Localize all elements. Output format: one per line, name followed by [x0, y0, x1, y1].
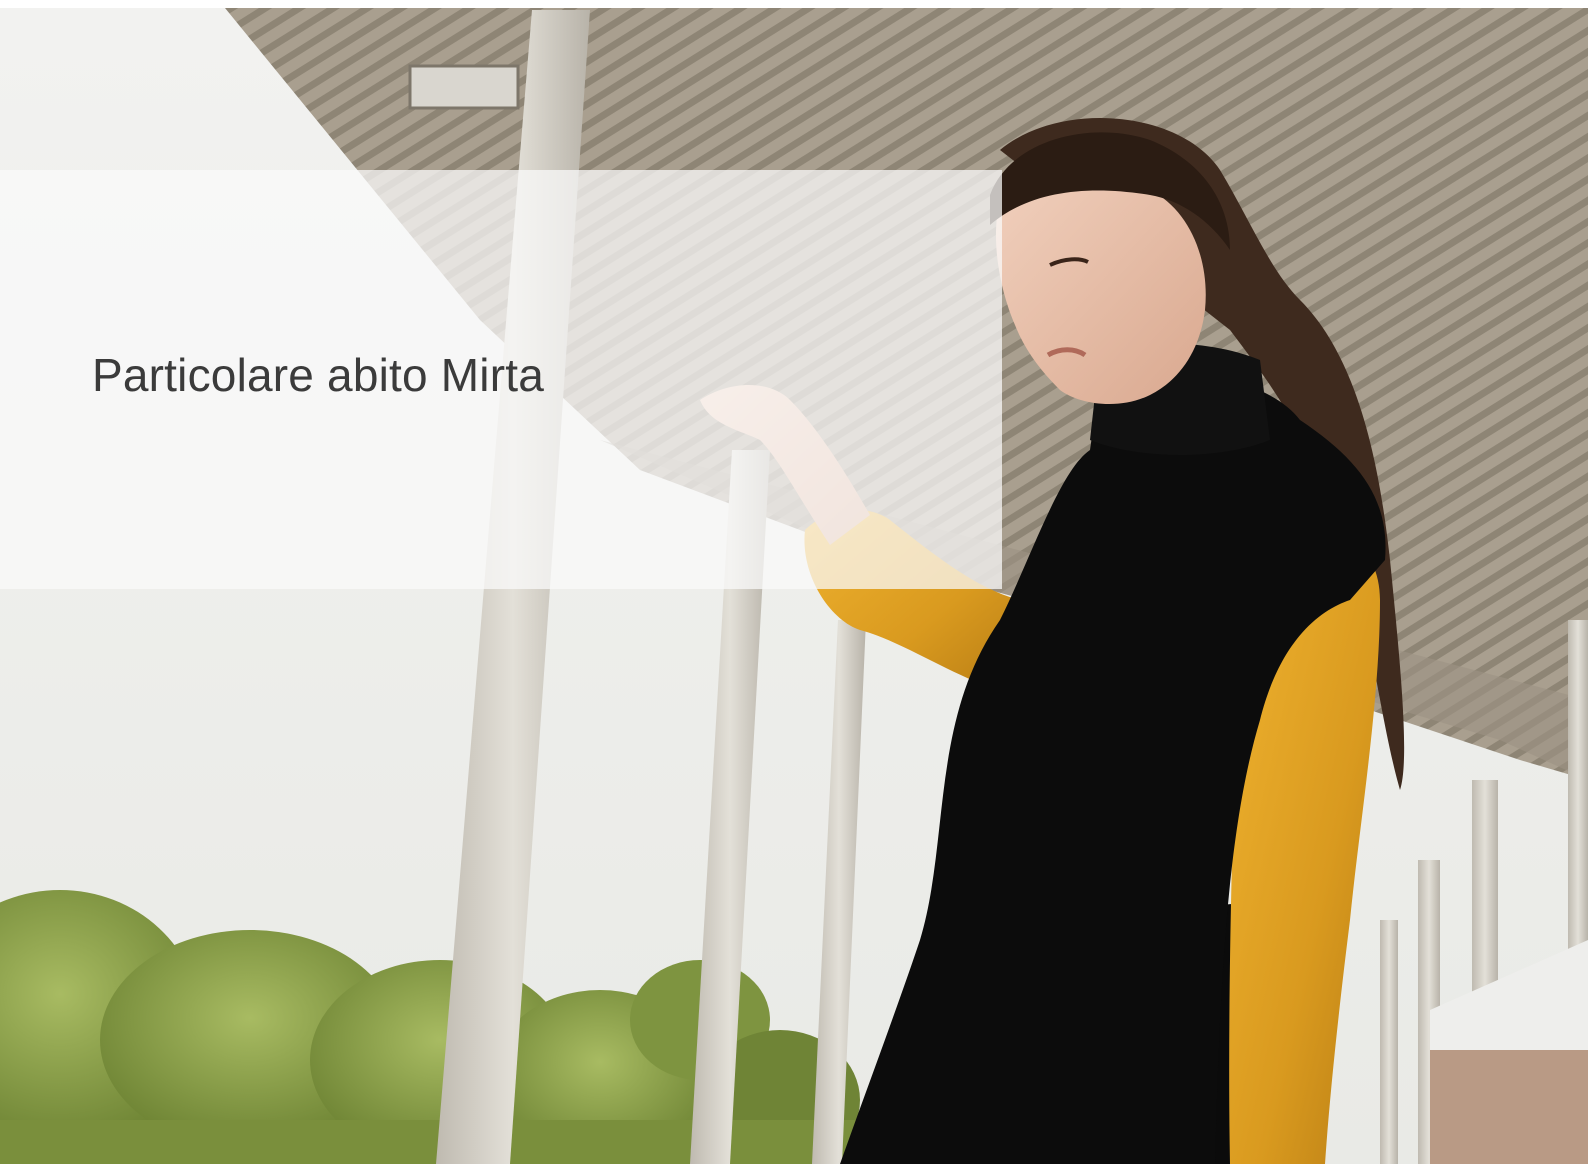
- hero-banner: Particolare abito Mirta: [0, 0, 1588, 1164]
- caption-title: Particolare abito Mirta: [92, 349, 544, 401]
- ceiling-light: [408, 64, 520, 110]
